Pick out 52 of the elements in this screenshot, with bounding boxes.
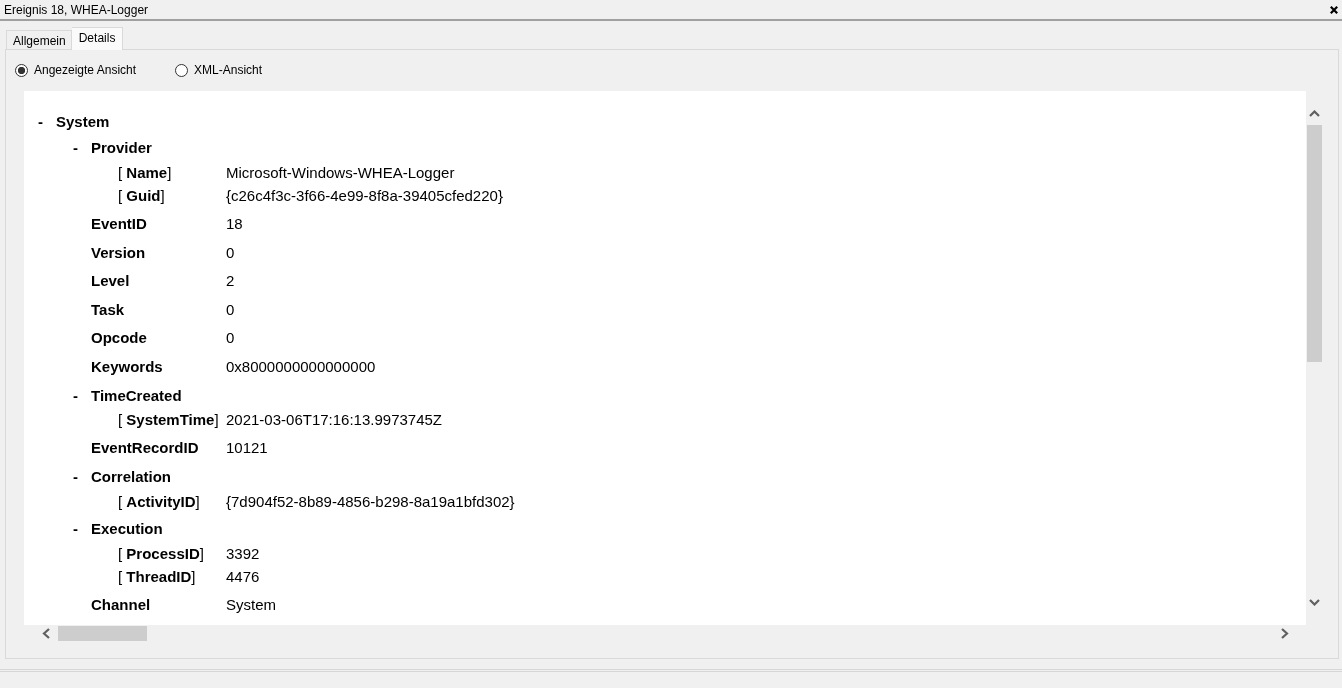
chevron-left-icon[interactable]: [41, 628, 50, 639]
collapse-toggle[interactable]: -: [38, 112, 43, 130]
collapse-toggle[interactable]: -: [73, 139, 78, 157]
attribute-name: [ SystemTime]: [118, 411, 219, 429]
chevron-right-icon[interactable]: [1280, 628, 1289, 639]
attribute-name: [ Guid]: [118, 187, 165, 205]
element-name: System: [56, 112, 110, 130]
close-icon[interactable]: [1330, 5, 1338, 14]
element-value: 0: [226, 300, 235, 318]
collapse-toggle[interactable]: -: [73, 520, 78, 538]
chevron-up-icon[interactable]: [1309, 110, 1320, 117]
attribute-value: Microsoft-Windows-WHEA-Logger: [226, 164, 455, 182]
view-radio-option[interactable]: XML-Ansicht: [175, 63, 263, 77]
window-title: Ereignis 18, WHEA-Logger: [4, 2, 149, 17]
element-name: EventRecordID: [91, 439, 199, 457]
element-value: 0: [226, 329, 235, 347]
element-name: EventID: [91, 215, 147, 232]
element-name: Correlation: [91, 467, 171, 485]
element-name: Channel: [91, 595, 151, 613]
element-value: 0: [226, 243, 235, 261]
chevron-down-icon[interactable]: [1309, 599, 1320, 606]
attribute-value: {7d904f52-8b89-4856-b298-8a19a1bfd302}: [226, 492, 515, 510]
scrollbar-thumb[interactable]: [58, 626, 147, 641]
element-name: Provider: [91, 139, 152, 157]
element-value: 0x8000000000000000: [226, 357, 376, 375]
collapse-toggle[interactable]: -: [73, 467, 78, 485]
attribute-name: [ ThreadID]: [118, 568, 196, 586]
attribute-value: 4476: [226, 568, 260, 586]
element-value: 10121: [226, 439, 268, 457]
attribute-name: [ ProcessID]: [118, 545, 204, 563]
radio-icon[interactable]: [175, 63, 189, 77]
element-value: 18: [226, 215, 243, 232]
attribute-name: [ ActivityID]: [118, 492, 200, 510]
element-name: Version: [91, 243, 146, 261]
attribute-name: [ Name]: [118, 164, 172, 182]
element-name: Level: [91, 272, 130, 290]
collapse-toggle[interactable]: -: [73, 386, 78, 404]
attribute-value: 2021-03-06T17:16:13.9973745Z: [226, 411, 442, 429]
scrollbar-thumb[interactable]: [1307, 125, 1322, 362]
element-name: Execution: [91, 520, 163, 538]
radio-icon[interactable]: [15, 63, 28, 77]
attribute-value: {c26c4f3c-3f66-4e99-8f8a-39405cfed220}: [226, 187, 503, 205]
view-radio-option[interactable]: Angezeigte Ansicht: [15, 63, 137, 77]
attribute-value: 3392: [226, 545, 260, 563]
element-value: 2: [226, 272, 235, 290]
tab[interactable]: Details: [71, 27, 124, 50]
tab[interactable]: Allgemein: [6, 30, 72, 49]
element-name: TimeCreated: [91, 386, 182, 404]
element-value: System: [226, 595, 276, 613]
element-name: Task: [91, 300, 125, 318]
element-name: Keywords: [91, 357, 163, 375]
element-name: Opcode: [91, 329, 147, 347]
